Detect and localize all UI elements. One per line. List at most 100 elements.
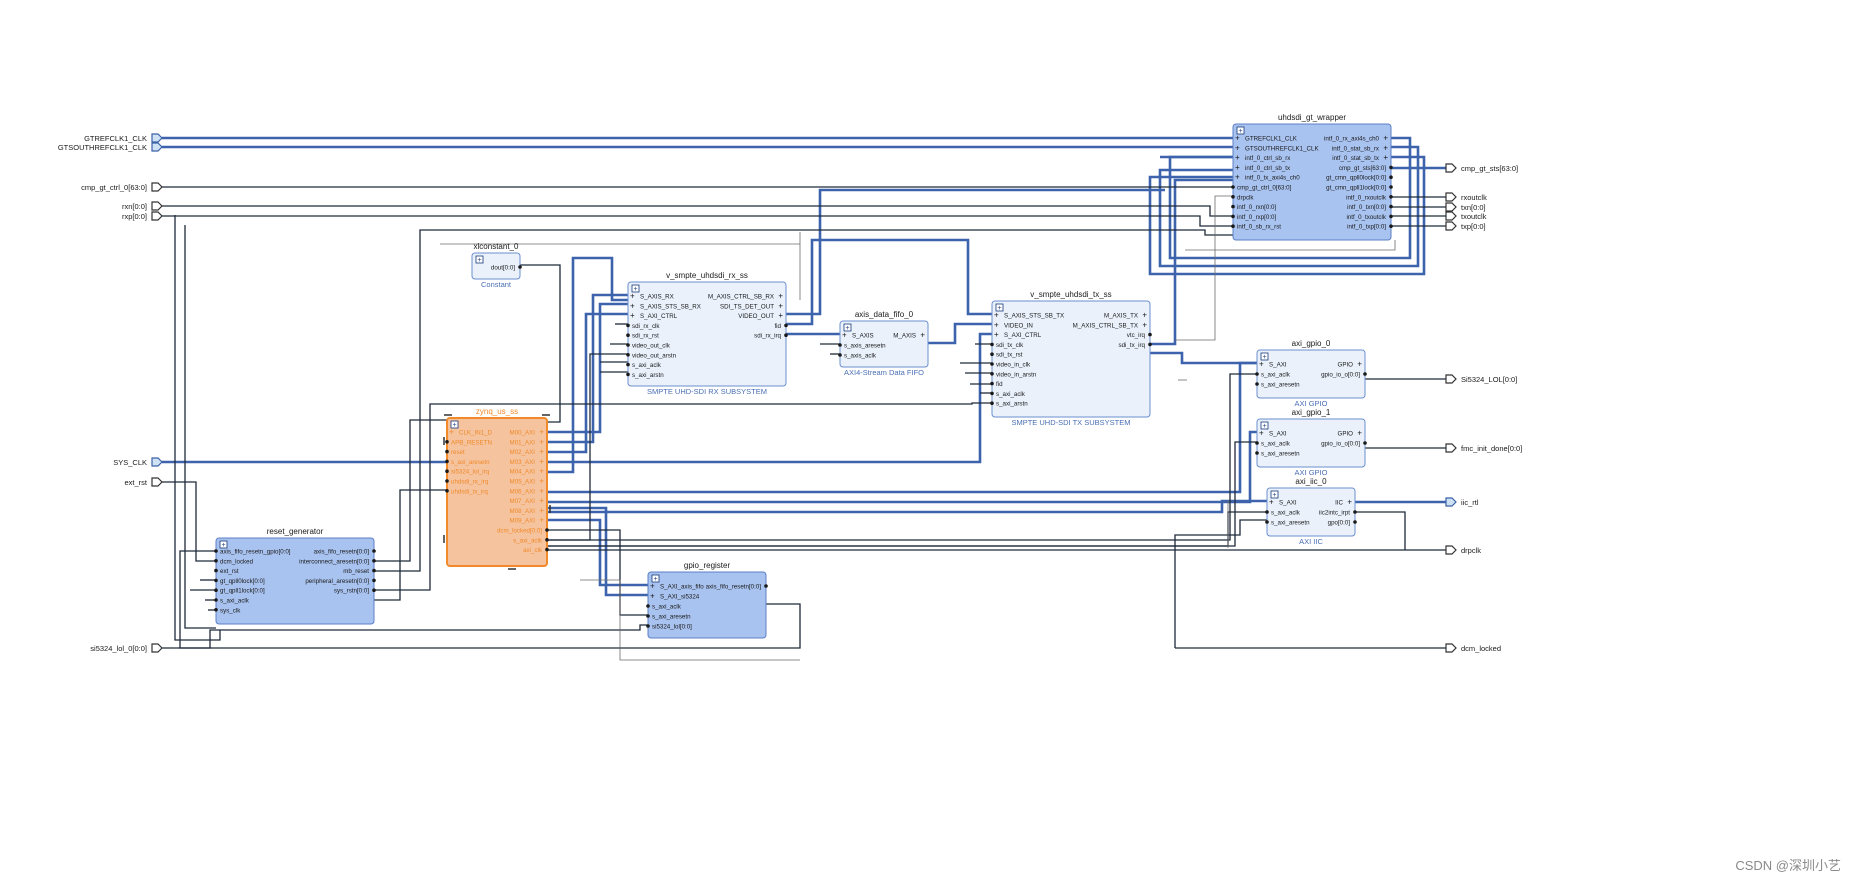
pin-s-axi-aclk[interactable]: s_axi_aclk <box>1255 372 1291 379</box>
pin-gtrefclk1-clk[interactable]: + GTREFCLK1_CLK <box>1235 134 1298 143</box>
pin-s-axi-aclk[interactable]: s_axi_aclk <box>626 362 662 369</box>
port-si5324-lol[interactable]: si5324_lol_0[0:0] <box>90 643 163 653</box>
pin-gpio[interactable]: +GPIO <box>1338 360 1363 369</box>
pin-m01-axi[interactable]: +M01_AXI <box>510 437 545 446</box>
pin-si5324-lol-0-0-[interactable]: si5324_lol[0:0] <box>646 624 692 631</box>
port-si5324-lol-out[interactable]: Si5324_LOL[0:0] <box>1445 374 1517 384</box>
port-gtsouthrefclk1[interactable]: GTSOUTHREFCLK1_CLK <box>58 142 163 152</box>
pin-axis-fifo-resetn-gpio-0-0-[interactable]: axis_fifo_resetn_gpio[0:0] <box>214 549 291 556</box>
port-rxp[interactable]: rxp[0:0] <box>122 211 163 221</box>
pin-dcm-locked[interactable]: dcm_locked <box>214 558 254 565</box>
port-drpclk[interactable]: drpclk <box>1445 545 1481 555</box>
block-zynq-us-ss[interactable]: zynq_us_ss++ CLK_IN1_DAPB_RESETNresets_ax… <box>443 407 551 570</box>
pin-intf-0-tx-axi4s-ch0[interactable]: + intf_0_tx_axi4s_ch0 <box>1235 173 1300 182</box>
pin-m07-axi[interactable]: +M07_AXI <box>510 496 545 505</box>
port-rxoutclk[interactable]: rxoutclk <box>1445 192 1487 202</box>
pin-s-axi-aresetn[interactable]: s_axi_aresetn <box>1265 520 1310 527</box>
pin-m02-axi[interactable]: +M02_AXI <box>510 447 545 456</box>
pin-si5324-lol-irq[interactable]: si5324_lol_irq <box>445 469 490 476</box>
pin-s-axi[interactable]: + S_AXI <box>1259 360 1287 369</box>
pin-axis-fifo-resetn-0-0-[interactable]: axis_fifo_resetn[0:0] <box>706 584 768 591</box>
pin-cmp-gt-sts-63-0-[interactable]: cmp_gt_sts[63:0] <box>1339 165 1393 172</box>
pin-intf-0-sb-rx-rst[interactable]: intf_0_sb_rx_rst <box>1231 224 1281 231</box>
pin-s-axi-aresetn[interactable]: s_axi_aresetn <box>445 459 490 466</box>
pin-s-axi-aclk[interactable]: s_axi_aclk <box>1255 441 1291 448</box>
pin-s-axis-aclk[interactable]: s_axis_aclk <box>838 353 877 360</box>
pin-apb-resetn[interactable]: APB_RESETN <box>445 439 492 446</box>
port-rxn[interactable]: rxn[0:0] <box>122 201 163 211</box>
pin-s-axi-arstn[interactable]: s_axi_arstn <box>626 372 664 379</box>
pin-gpio-io-o-0-0-[interactable]: gpio_io_o[0:0] <box>1321 372 1367 379</box>
port-fmc-init-done[interactable]: fmc_init_done[0:0] <box>1445 443 1522 453</box>
port-iic-rtl[interactable]: iic_rtl <box>1445 497 1479 507</box>
pin-axis-fifo-resetn-0-0-[interactable]: axis_fifo_resetn[0:0] <box>314 549 376 556</box>
pin-peripheral-aresetn-0-0-[interactable]: peripheral_aresetn[0:0] <box>305 578 376 585</box>
pin-s-axi-aclk[interactable]: s_axi_aclk <box>214 598 250 605</box>
pin-m05-axi[interactable]: +M05_AXI <box>510 477 545 486</box>
port-gtrefclk1[interactable]: GTREFCLK1_CLK <box>84 133 163 143</box>
pin-gtsouthrefclk1-clk[interactable]: + GTSOUTHREFCLK1_CLK <box>1235 143 1319 152</box>
pin-s-axis-sts-sb-tx[interactable]: + S_AXIS_STS_SB_TX <box>994 311 1064 320</box>
pin-gt-qpll0lock-0-0-[interactable]: gt_qpll0lock[0:0] <box>214 578 265 585</box>
pin-m08-axi[interactable]: +M08_AXI <box>510 506 545 515</box>
pin-s-axi-aclk[interactable]: s_axi_aclk <box>990 391 1026 398</box>
pin-video-out-clk[interactable]: video_out_clk <box>626 343 671 350</box>
block-axi-iic-0[interactable]: axi_iic_0 + AXI IIC + S_AXI s_axi_aclk s_axi_a… <box>1265 477 1357 546</box>
pin-m06-axi[interactable]: +M06_AXI <box>510 486 545 495</box>
pin-sdi-tx-clk[interactable]: sdi_tx_clk <box>990 342 1024 349</box>
pin-uhdsdi-rx-irq[interactable]: uhdsdi_rx_irq <box>445 479 489 486</box>
pin-sdi-tx-rst[interactable]: sdi_tx_rst <box>990 352 1023 359</box>
block-v-smpte-uhdsdi-rx-ss[interactable]: v_smpte_uhdsdi_rx_ss + SMPTE UHD-SDI RX SU… <box>626 271 788 396</box>
pin-s-axi-arstn[interactable]: s_axi_arstn <box>990 401 1028 408</box>
pin-video-out-arstn[interactable]: video_out_arstn <box>626 352 677 359</box>
pin-s-axi-aresetn[interactable]: s_axi_aresetn <box>646 614 691 621</box>
pin-s-axi[interactable]: + S_AXI <box>1259 429 1287 438</box>
pin-gpio[interactable]: +GPIO <box>1338 429 1363 438</box>
block-v-smpte-uhdsdi-tx-ss[interactable]: v_smpte_uhdsdi_tx_ss + SMPTE UHD-SDI TX SU… <box>990 290 1152 427</box>
pin-gt-cmn-qpll1lock-0-0-[interactable]: gt_cmn_qpll1lock[0:0] <box>1326 185 1393 192</box>
pin-interconnect-aresetn-0-0-[interactable]: interconnect_aresetn[0:0] <box>299 558 376 565</box>
pin-m04-axi[interactable]: +M04_AXI <box>510 467 545 476</box>
pin-s-axi-aclk[interactable]: s_axi_aclk <box>1265 510 1301 517</box>
pin-gt-qpll1lock-0-0-[interactable]: gt_qpll1lock[0:0] <box>214 588 265 595</box>
pin-intf-0-txoutclk[interactable]: intf_0_txoutclk <box>1346 214 1393 221</box>
port-dcm-locked[interactable]: dcm_locked <box>1445 643 1501 653</box>
pin-sdi-rx-rst[interactable]: sdi_rx_rst <box>626 333 659 340</box>
pin-s-axi[interactable]: + S_AXI <box>1269 498 1297 507</box>
pin-gpio-io-o-0-0-[interactable]: gpio_io_o[0:0] <box>1321 441 1367 448</box>
pin-video-in-arstn[interactable]: video_in_arstn <box>990 371 1037 378</box>
port-txoutclk[interactable]: txoutclk <box>1445 211 1487 221</box>
pin-s-axis-aresetn[interactable]: s_axis_aresetn <box>838 343 886 350</box>
pin-m-axis-ctrl-sb-rx[interactable]: + M_AXIS_CTRL_SB_RX <box>708 292 783 301</box>
block-axi-gpio-0[interactable]: axi_gpio_0 + AXI GPIO + S_AXI s_axi_aclk s_axi… <box>1255 339 1367 408</box>
port-sys-clk[interactable]: SYS_CLK <box>113 457 163 467</box>
pin-s-axi-aresetn[interactable]: s_axi_aresetn <box>1255 451 1300 458</box>
pin-s-axi-aclk[interactable]: s_axi_aclk <box>646 604 682 611</box>
port-txn[interactable]: txn[0:0] <box>1445 202 1486 212</box>
pin-s-axi-aresetn[interactable]: s_axi_aresetn <box>1255 382 1300 389</box>
pin-m03-axi[interactable]: +M03_AXI <box>510 457 545 466</box>
pin-m-axis[interactable]: + M_AXIS <box>893 331 925 340</box>
block-axis-data-fifo-0[interactable]: axis_data_fifo_0 + AXI4-Stream Data FIFO + S… <box>838 310 929 377</box>
pin-intf-0-rxoutclk[interactable]: intf_0_rxoutclk <box>1346 194 1393 201</box>
pin-m-axis-ctrl-sb-tx[interactable]: + M_AXIS_CTRL_SB_TX <box>1073 320 1148 329</box>
pin-intf-0-rxn-0-0-[interactable]: intf_0_rxn[0:0] <box>1231 204 1276 211</box>
pin-sdi-rx-clk[interactable]: sdi_rx_clk <box>626 323 660 330</box>
block-xlconstant-0[interactable]: xlconstant_0 + Constant dout[0:0] <box>471 242 522 289</box>
block-axi-gpio-1[interactable]: axi_gpio_1 + AXI GPIO + S_AXI s_axi_aclk s_axi… <box>1255 408 1367 477</box>
pin-intf-0-txn-0-0-[interactable]: intf_0_txn[0:0] <box>1347 204 1393 211</box>
pin-cmp-gt-ctrl-0-63-0-[interactable]: cmp_gt_ctrl_0[63:0] <box>1231 185 1292 192</box>
pin-sdi-ts-det-out[interactable]: + SDI_TS_DET_OUT <box>720 301 783 310</box>
pin-uhdsdi-tx-irq[interactable]: uhdsdi_tx_irq <box>445 488 488 495</box>
pin-dcm-locked-0-0-[interactable]: dcm_locked[0:0] <box>497 528 549 535</box>
block-gpio-register[interactable]: gpio_register++ S_AXI_axis_fifo+ S_AXI_si5… <box>646 561 768 639</box>
pin-intf-0-rxp-0-0-[interactable]: intf_0_rxp[0:0] <box>1231 214 1276 221</box>
pin-m09-axi[interactable]: +M09_AXI <box>510 516 545 525</box>
pin-intf-0-rx-axi4s-ch0[interactable]: +intf_0_rx_axi4s_ch0 <box>1324 134 1388 143</box>
pin-video-in-clk[interactable]: video_in_clk <box>990 362 1031 369</box>
block-reset-generator[interactable]: reset_generator+axis_fifo_resetn_gpio[0:… <box>214 527 376 625</box>
pin-s-axis-sts-sb-rx[interactable]: + S_AXIS_STS_SB_RX <box>630 301 701 310</box>
pin-m00-axi[interactable]: +M00_AXI <box>510 428 545 437</box>
port-txp[interactable]: txp[0:0] <box>1445 221 1486 231</box>
port-ext-rst[interactable]: ext_rst <box>124 477 163 487</box>
